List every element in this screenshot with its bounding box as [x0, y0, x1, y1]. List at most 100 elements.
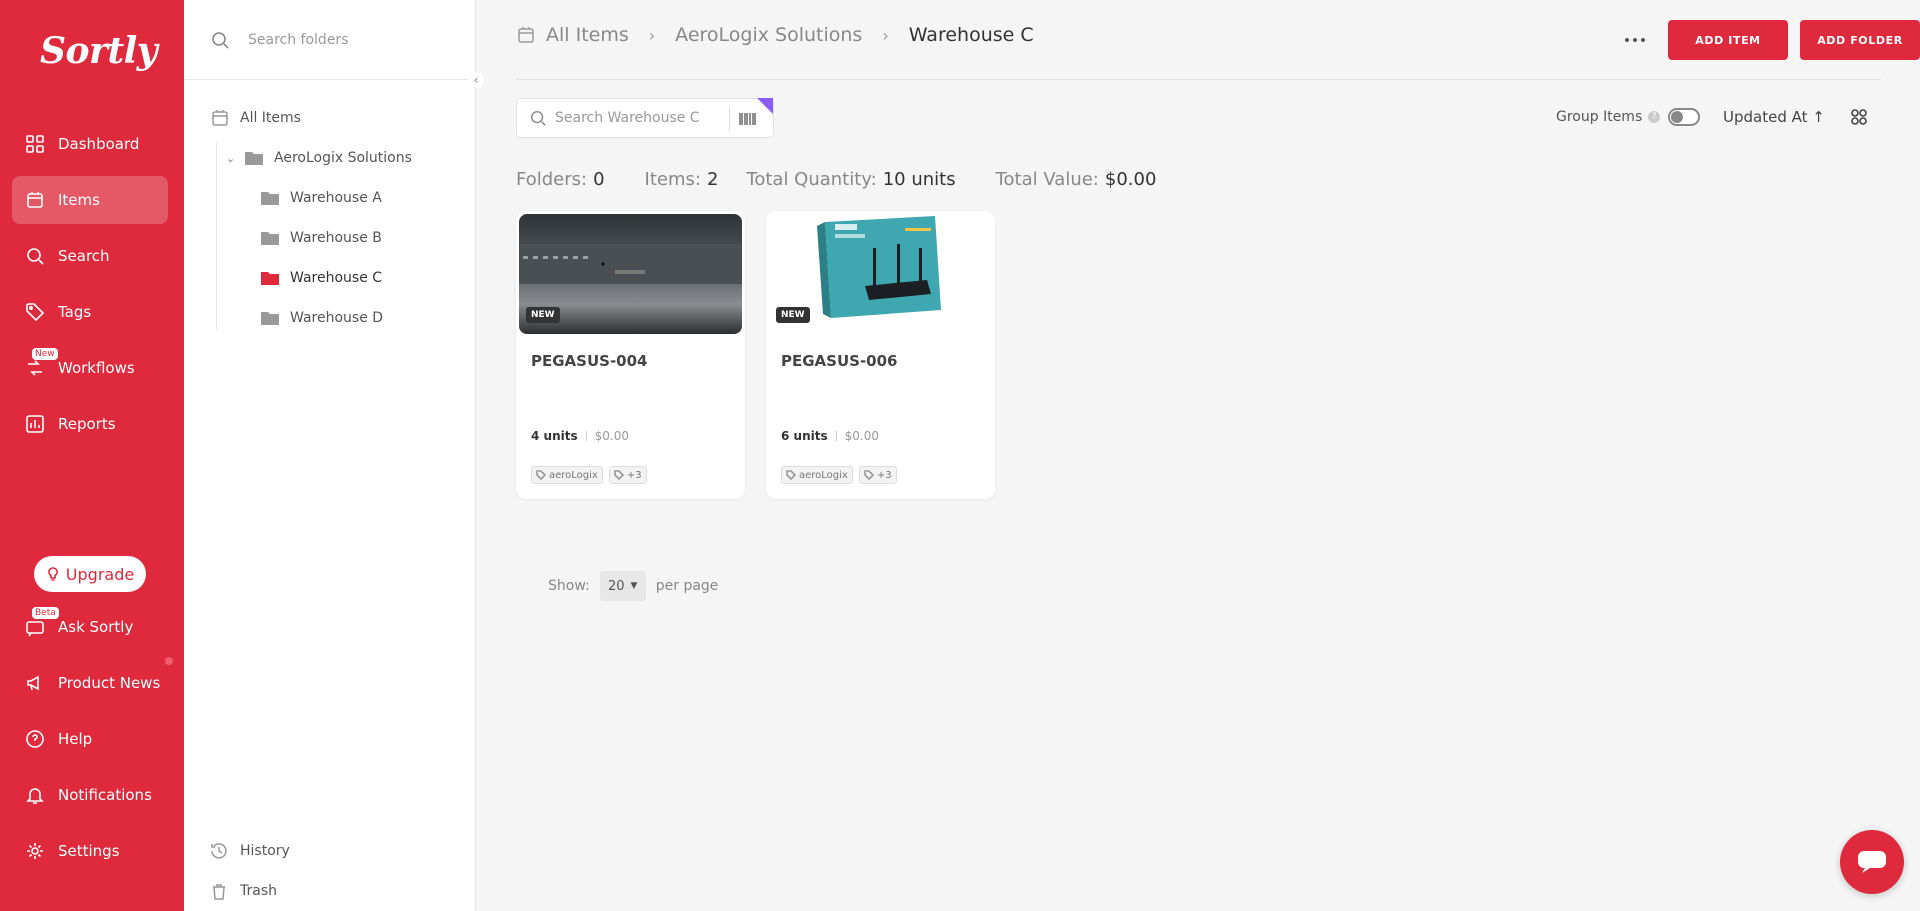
upgrade-button[interactable]: Upgrade	[34, 556, 146, 592]
breadcrumb-current: Warehouse C	[908, 24, 1034, 46]
folders-count: 0	[593, 169, 605, 190]
tree-label: All Items	[240, 110, 301, 126]
trash-link[interactable]: Trash	[210, 878, 277, 904]
tree-item-warehouse-a[interactable]: Warehouse A	[260, 184, 382, 212]
nav-item-search[interactable]: Search	[12, 232, 168, 280]
trash-label: Trash	[240, 883, 277, 899]
folder-icon	[261, 272, 279, 285]
tag-chip[interactable]: aeroLogix	[781, 466, 853, 484]
tag-label: aeroLogix	[549, 469, 598, 481]
tree-label: Warehouse A	[290, 190, 382, 206]
sort-updated-at[interactable]: Updated At ↑	[1723, 108, 1825, 126]
gear-icon	[24, 840, 46, 862]
item-price: $0.00	[594, 429, 629, 443]
grid-view-button[interactable]	[1850, 108, 1870, 128]
search-icon	[24, 245, 46, 267]
arrow-up-icon: ↑	[1807, 108, 1825, 126]
more-tags-chip[interactable]: +3	[858, 466, 897, 484]
tag-chip[interactable]: aeroLogix	[531, 466, 603, 484]
item-card[interactable]: NEW PEGASUS-004 4 units $0.00 aeroLogix +…	[516, 211, 745, 499]
folder-search	[184, 0, 476, 80]
trash-icon	[213, 884, 225, 900]
unread-dot	[163, 655, 175, 667]
group-items-toggle[interactable]	[1668, 108, 1701, 126]
item-name: PEGASUS-006	[781, 352, 898, 370]
folder-icon	[245, 152, 263, 165]
tree-label: AeroLogix Solutions	[274, 150, 412, 166]
item-tags: aeroLogix +3	[531, 466, 653, 484]
reports-icon	[24, 413, 46, 435]
more-tags-label: +3	[626, 469, 642, 481]
grid-icon	[1851, 109, 1867, 125]
folder-icon	[261, 232, 279, 245]
corner-flag	[757, 98, 773, 114]
chat-support-button[interactable]	[1840, 830, 1904, 894]
nav-item-ask-sortly[interactable]: Beta Ask Sortly	[12, 603, 168, 651]
nav-item-dashboard[interactable]: Dashboard	[12, 120, 168, 168]
tree-item-all-items[interactable]: All Items	[210, 104, 301, 132]
breadcrumb-aerologix[interactable]: AeroLogix Solutions	[675, 24, 862, 46]
per-page-value: 20	[608, 578, 625, 594]
items-count: 2	[706, 169, 719, 190]
nav-label: Reports	[58, 415, 116, 433]
bell-icon	[24, 784, 46, 806]
nav-item-settings[interactable]: Settings	[12, 827, 168, 875]
chevron-down-icon[interactable]: ⌄	[226, 152, 240, 165]
sortly-logo[interactable]: Sortly	[40, 30, 158, 72]
group-items-label: Group Items	[1556, 109, 1643, 125]
more-options-button[interactable]	[1620, 26, 1650, 54]
item-card[interactable]: NEW PEGASUS-006 6 units $0.00 aeroLogix +…	[766, 211, 995, 499]
folders-count-label: Folders:	[516, 169, 588, 190]
item-units: 6 units	[781, 429, 828, 443]
tree-item-warehouse-b[interactable]: Warehouse B	[260, 224, 382, 252]
history-link[interactable]: History	[210, 838, 290, 864]
item-search-input[interactable]	[555, 110, 715, 126]
folder-summary: Folders: 0 Items: 2 Total Quantity: 10 unit…	[516, 169, 1196, 190]
tree-item-aerologix[interactable]: ⌄ AeroLogix Solutions	[226, 144, 412, 172]
nav-item-reports[interactable]: Reports	[12, 400, 168, 448]
add-folder-button[interactable]: ADD FOLDER	[1800, 20, 1920, 60]
nav-item-help[interactable]: Help	[12, 715, 168, 763]
per-page-label: per page	[655, 578, 719, 594]
group-items-control: Group Items ?	[1556, 108, 1701, 126]
folder-icon	[261, 192, 279, 205]
nav-item-items[interactable]: Items	[12, 176, 168, 224]
chevron-right-icon: ›	[648, 25, 656, 45]
folder-icon	[261, 312, 279, 325]
nav-label: Workflows	[58, 359, 135, 377]
collapse-panel-button[interactable]: ‹	[468, 72, 484, 88]
nav-item-tags[interactable]: Tags	[12, 288, 168, 336]
upgrade-label: Upgrade	[65, 564, 135, 584]
tree-label: Warehouse C	[290, 270, 383, 286]
new-badge: NEW	[776, 307, 810, 323]
help-icon	[24, 728, 46, 750]
items-icon	[518, 27, 534, 43]
nav-item-workflows[interactable]: New Workflows	[12, 344, 168, 392]
folder-panel: ‹ All Items ⌄ AeroLogix Solutions Wareho…	[184, 0, 484, 911]
add-item-button[interactable]: ADD ITEM	[1668, 20, 1788, 60]
barcode-icon	[738, 113, 756, 125]
item-units: 4 units	[531, 429, 578, 443]
per-page-select[interactable]: 20 ▼	[599, 571, 646, 601]
history-label: History	[240, 843, 290, 859]
breadcrumb-all-items[interactable]: All Items	[546, 24, 629, 46]
nav-label: Search	[58, 247, 110, 265]
nav-label: Dashboard	[58, 135, 140, 153]
more-tags-label: +3	[876, 469, 892, 481]
folder-search-input[interactable]	[248, 31, 448, 48]
tag-icon	[786, 470, 796, 480]
tree-item-warehouse-d[interactable]: Warehouse D	[260, 304, 383, 332]
tag-icon	[864, 470, 874, 480]
item-quantity: 6 units $0.00	[781, 429, 879, 443]
lightbulb-icon	[47, 567, 58, 581]
sort-label: Updated At	[1723, 108, 1808, 126]
more-tags-chip[interactable]: +3	[608, 466, 647, 484]
nav-item-product-news[interactable]: Product News	[12, 659, 168, 707]
breadcrumb: All Items › AeroLogix Solutions › Wareho…	[516, 24, 1034, 46]
tree-item-warehouse-c[interactable]: Warehouse C	[260, 264, 382, 292]
help-icon[interactable]: ?	[1648, 111, 1661, 123]
tag-icon	[24, 301, 46, 323]
header: All Items › AeroLogix Solutions › Wareho…	[516, 0, 1920, 80]
nav-item-notifications[interactable]: Notifications	[12, 771, 168, 819]
total-value-label: Total Value:	[995, 169, 1099, 190]
